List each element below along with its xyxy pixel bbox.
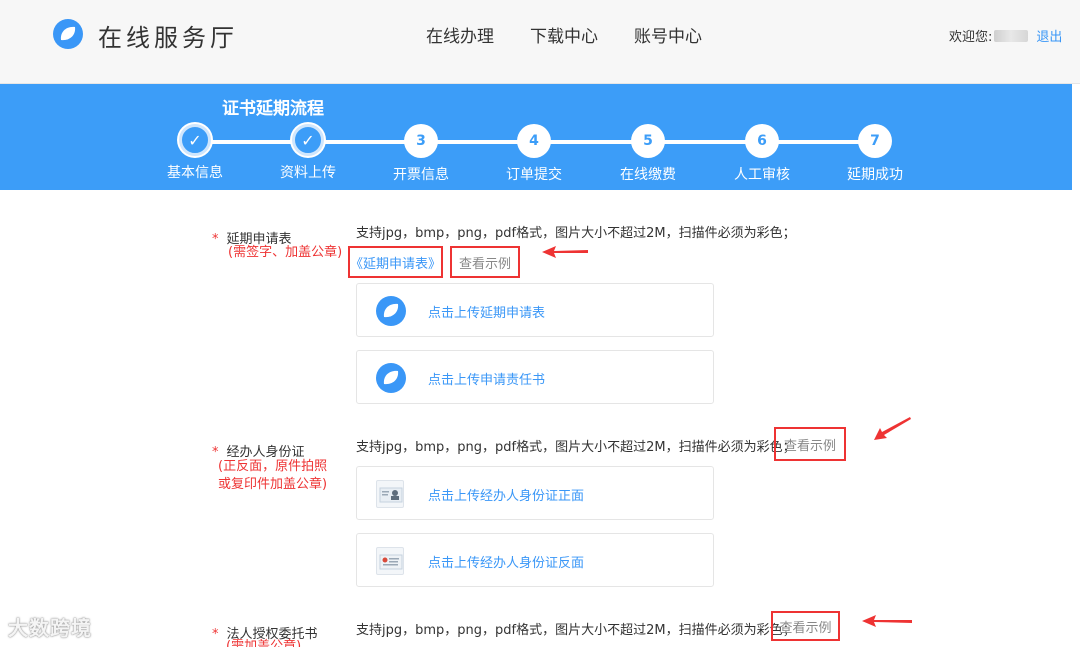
step-2: ✓ 资料上传: [258, 124, 358, 182]
authorization-note: (需加盖公章): [226, 639, 302, 647]
id-card-icon: [376, 480, 404, 508]
upload-label: 点击上传申请责任书: [428, 373, 546, 388]
agent-id-format-hint: 支持jpg，bmp，png，pdf格式，图片大小不超过2M，扫描件必须为彩色；: [356, 440, 796, 455]
check-icon: ✓: [292, 124, 324, 156]
blurred-username: [994, 29, 1029, 42]
step-label: 在线缴费: [620, 167, 676, 183]
top-header: 在线服务厅 在线办理 下载中心 账号中心 欢迎您: 退出: [0, 0, 1080, 84]
upload-label: 点击上传经办人身份证正面: [428, 489, 585, 504]
step-1: ✓ 基本信息: [145, 124, 245, 182]
upload-logo-icon: [376, 296, 406, 326]
step-label: 开票信息: [393, 167, 449, 183]
step-label: 基本信息: [167, 165, 223, 181]
arrow-icon: [862, 615, 912, 627]
required-mark: *: [212, 627, 219, 642]
arrow-icon: [874, 417, 911, 440]
step-label: 延期成功: [847, 167, 903, 183]
upload-label: 点击上传延期申请表: [428, 306, 546, 321]
step-label: 订单提交: [506, 167, 562, 183]
upload-responsibility-letter[interactable]: 点击上传申请责任书: [356, 350, 714, 404]
authorization-example-link[interactable]: 查看示例: [771, 611, 840, 641]
upload-id-back[interactable]: 点击上传经办人身份证反面: [356, 533, 714, 587]
agent-id-example-link[interactable]: 查看示例: [774, 427, 846, 461]
authorization-format-hint: 支持jpg，bmp，png，pdf格式，图片大小不超过2M，扫描件必须为彩色；: [356, 623, 796, 638]
upload-label: 点击上传经办人身份证反面: [428, 556, 585, 571]
welcome-text: 欢迎您:: [949, 30, 993, 45]
process-banner: 证书延期流程 ✓ 基本信息 ✓ 资料上传 3 开票信息 4 订单提交 5 在线缴…: [0, 84, 1072, 190]
step-4: 4 订单提交: [484, 124, 584, 184]
check-icon: ✓: [179, 124, 211, 156]
step-7: 7 延期成功: [825, 124, 925, 184]
extension-form-note: (需签字、加盖公章): [228, 245, 343, 260]
logo-icon: [53, 19, 83, 49]
step-5: 5 在线缴费: [598, 124, 698, 184]
upload-logo-icon: [376, 363, 406, 393]
id-card-back-icon: [376, 547, 404, 575]
upload-extension-form[interactable]: 点击上传延期申请表: [356, 283, 714, 337]
logout-link[interactable]: 退出: [1036, 26, 1062, 45]
step-label: 资料上传: [280, 165, 336, 181]
main-nav: 在线办理 下载中心 账号中心: [426, 22, 702, 47]
agent-id-note: (正反面，原件拍照 或复印件加盖公章): [218, 459, 328, 492]
step-number: 6: [745, 124, 779, 158]
upload-id-front[interactable]: 点击上传经办人身份证正面: [356, 466, 714, 520]
step-number: 3: [404, 124, 438, 158]
extension-example-link[interactable]: 查看示例: [450, 246, 520, 278]
step-number: 4: [517, 124, 551, 158]
extension-format-hint: 支持jpg，bmp，png，pdf格式，图片大小不超过2M，扫描件必须为彩色；: [356, 226, 796, 241]
step-6: 6 人工审核: [712, 124, 812, 184]
step-number: 7: [858, 124, 892, 158]
watermark-text: 大数跨境: [8, 616, 92, 640]
required-mark: *: [212, 232, 219, 247]
brand-title: 在线服务厅: [98, 24, 238, 52]
step-number: 5: [631, 124, 665, 158]
arrow-icon: [542, 246, 588, 258]
process-title: 证书延期流程: [222, 99, 324, 119]
step-3: 3 开票信息: [371, 124, 471, 184]
nav-download-center[interactable]: 下载中心: [530, 22, 598, 47]
step-label: 人工审核: [734, 167, 790, 183]
user-welcome: 欢迎您: 退出: [949, 26, 1062, 45]
nav-online-handling[interactable]: 在线办理: [426, 22, 494, 47]
nav-account-center[interactable]: 账号中心: [634, 22, 702, 47]
extension-form-download-link[interactable]: 《延期申请表》: [348, 246, 443, 278]
